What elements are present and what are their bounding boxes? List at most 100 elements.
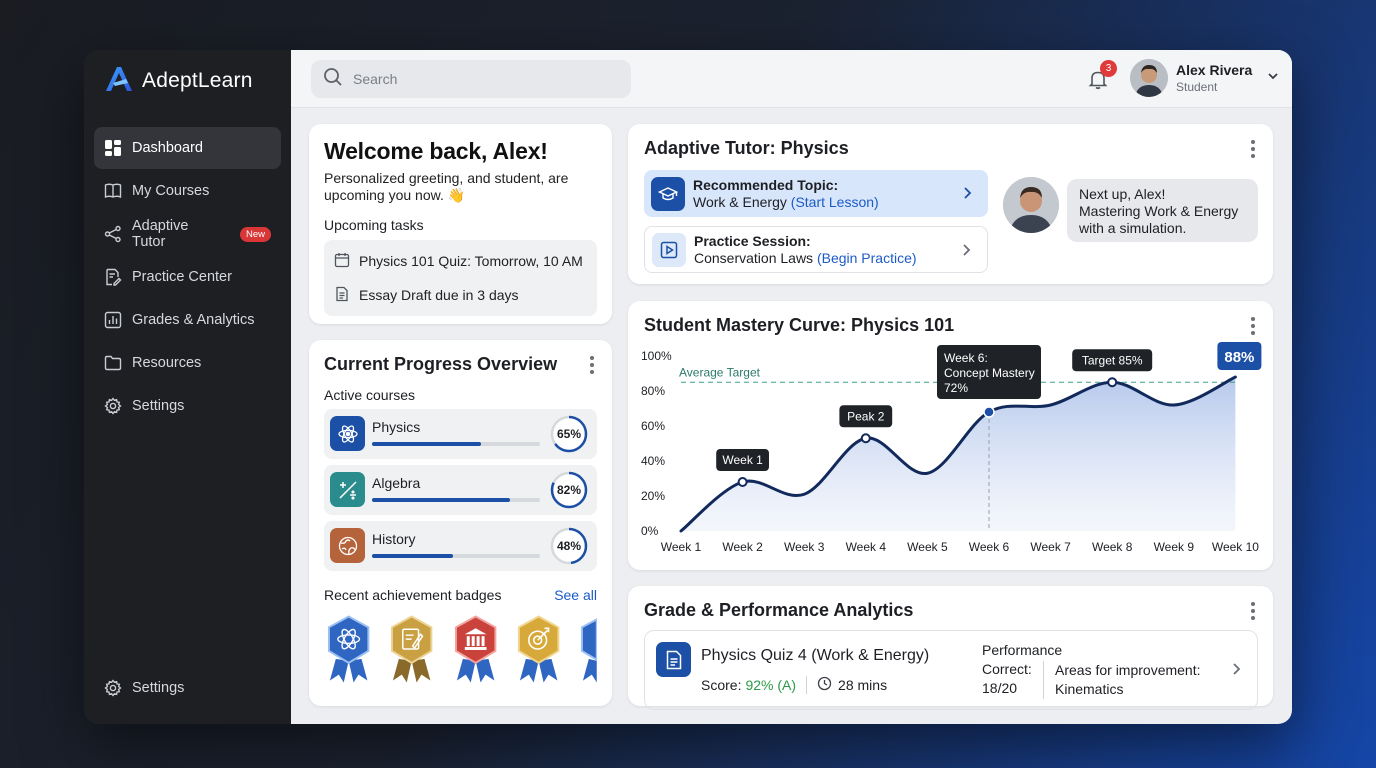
recommended-topic-item[interactable]: Recommended Topic: Work & Energy (Start …: [644, 170, 988, 217]
main-content: 3 Alex Rivera Student Welcome back, Alex…: [291, 50, 1292, 724]
x-tick-label: Week 2: [722, 540, 763, 554]
notification-count-badge: 3: [1100, 60, 1117, 77]
search-input[interactable]: [353, 71, 603, 87]
more-options-icon[interactable]: [1251, 140, 1255, 158]
sidebar-item-label: Settings: [132, 398, 185, 414]
sidebar-item-settings[interactable]: Settings: [94, 385, 281, 427]
score-value: 92% (A): [745, 677, 797, 693]
chevron-right-icon: [960, 185, 974, 206]
annotation-text: Peak 2: [847, 409, 885, 423]
progress-card: Current Progress Overview Active courses…: [309, 340, 612, 706]
sidebar-item-grades-analytics[interactable]: Grades & Analytics: [94, 299, 281, 341]
x-tick-label: Week 7: [1030, 540, 1071, 554]
adeptlearn-logo-icon: [104, 65, 134, 98]
more-options-icon[interactable]: [1251, 602, 1255, 620]
new-badge: New: [239, 226, 271, 242]
sidebar-item-label: Grades & Analytics: [132, 312, 255, 328]
user-menu[interactable]: Alex Rivera Student: [1130, 59, 1280, 97]
bubble-line1: Next up, Alex!: [1079, 186, 1166, 202]
course-percent: 82%: [556, 483, 582, 497]
atom-icon: [330, 416, 365, 451]
bubble-line2: Mastering Work & Energy: [1079, 203, 1239, 219]
course-percent: 48%: [556, 539, 582, 553]
sidebar-item-practice-center[interactable]: Practice Center: [94, 256, 281, 298]
tutor-title: Adaptive Tutor: Physics: [644, 138, 849, 158]
edit-document-icon: [104, 268, 122, 286]
tasks-list: Physics 101 Quiz: Tomorrow, 10 AM Essay …: [324, 240, 597, 316]
sidebar-item-label: Adaptive Tutor: [132, 218, 189, 250]
adaptive-tutor-card: Adaptive Tutor: Physics Recommended Topi…: [628, 124, 1273, 284]
course-progress-fill: [372, 498, 510, 502]
target-badge-icon[interactable]: [514, 615, 563, 683]
sidebar-item-my-courses[interactable]: My Courses: [94, 170, 281, 212]
improvement-value: Kinematics: [1055, 681, 1124, 697]
badges-heading: Recent achievement badges: [324, 587, 502, 603]
progress-title: Current Progress Overview: [324, 354, 558, 374]
begin-practice-link[interactable]: (Begin Practice): [817, 250, 917, 266]
chevron-down-icon[interactable]: [1266, 69, 1280, 88]
quiz-result-item[interactable]: Physics Quiz 4 (Work & Energy) Score: 92…: [644, 630, 1258, 710]
sidebar: AdeptLearn Dashboard My Courses Adaptive…: [84, 50, 291, 724]
gear-icon: [104, 397, 122, 415]
data-point: [1107, 377, 1118, 388]
more-options-icon[interactable]: [590, 356, 594, 374]
data-point: [737, 477, 748, 487]
x-tick-label: Week 9: [1154, 540, 1195, 554]
data-point: [983, 406, 995, 418]
welcome-subtitle-line2: upcoming you now. 👋: [324, 187, 466, 203]
search-bar[interactable]: [311, 60, 631, 98]
practice-session-item[interactable]: Practice Session: Conservation Laws (Beg…: [644, 226, 988, 273]
badges-row: [324, 615, 597, 685]
score-label: Score:: [701, 677, 742, 693]
task-item[interactable]: Essay Draft due in 3 days: [334, 278, 587, 312]
math-icon: [330, 472, 365, 507]
analytics-title: Grade & Performance Analytics: [644, 600, 914, 620]
app-window: AdeptLearn Dashboard My Courses Adaptive…: [84, 50, 1292, 724]
topbar: 3 Alex Rivera Student: [291, 50, 1292, 108]
bubble-line3: with a simulation.: [1079, 220, 1187, 236]
share-nodes-icon: [104, 225, 122, 243]
course-progress-bar: [372, 442, 540, 446]
chevron-right-icon: [959, 242, 973, 263]
course-item-algebra[interactable]: Algebra 82%: [324, 465, 597, 515]
course-item-history[interactable]: History 48%: [324, 521, 597, 571]
y-tick-label: 60%: [641, 419, 665, 433]
sidebar-item-label: Resources: [132, 355, 202, 371]
x-tick-label: Week 6: [969, 540, 1010, 554]
user-role: Student: [1176, 80, 1218, 94]
sidebar-item-adaptive-tutor[interactable]: Adaptive Tutor New: [94, 213, 281, 255]
start-lesson-link[interactable]: (Start Lesson): [791, 194, 879, 210]
see-all-link[interactable]: See all: [554, 587, 597, 603]
x-tick-label: Week 1: [661, 540, 702, 554]
course-item-physics[interactable]: Physics 65%: [324, 409, 597, 459]
correct-value: 18/20: [982, 680, 1018, 696]
y-tick-label: 0%: [641, 524, 659, 538]
recommended-heading: Recommended Topic:: [693, 176, 839, 193]
annotation-text: Concept Mastery: [944, 366, 1035, 380]
task-item[interactable]: Physics 101 Quiz: Tomorrow, 10 AM: [334, 244, 587, 278]
sidebar-item-resources[interactable]: Resources: [94, 342, 281, 384]
practice-topic: Conservation Laws: [694, 249, 814, 266]
x-tick-label: Week 5: [907, 540, 948, 554]
notepad-badge-icon[interactable]: [387, 615, 436, 683]
folder-icon: [104, 354, 122, 372]
quiz-title: Physics Quiz 4 (Work & Energy): [701, 647, 930, 664]
partial-badge-icon[interactable]: [577, 615, 597, 683]
atom-badge-icon[interactable]: [324, 615, 373, 683]
brand[interactable]: AdeptLearn: [84, 64, 291, 98]
sidebar-item-dashboard[interactable]: Dashboard: [94, 127, 281, 169]
museum-badge-icon[interactable]: [451, 615, 500, 683]
document-icon: [334, 286, 350, 305]
chart-title: Student Mastery Curve: Physics 101: [644, 315, 955, 335]
course-progress-fill: [372, 554, 453, 558]
mastery-chart: 0% 20% 40% 60% 80% 100% Week 1 Week 2 Week 3 Week…: [641, 342, 1262, 554]
welcome-card: Welcome back, Alex! Personalized greetin…: [309, 124, 612, 324]
course-percent: 65%: [556, 427, 582, 441]
sidebar-item-label: Settings: [132, 680, 185, 696]
sidebar-item-label: Practice Center: [132, 269, 232, 285]
more-options-icon[interactable]: [1251, 317, 1255, 335]
improvement-label: Areas for improvement:: [1055, 662, 1201, 678]
x-tick-label: Week 10: [1212, 540, 1259, 554]
y-tick-label: 100%: [641, 349, 672, 363]
sidebar-bottom-settings[interactable]: Settings: [94, 667, 281, 709]
